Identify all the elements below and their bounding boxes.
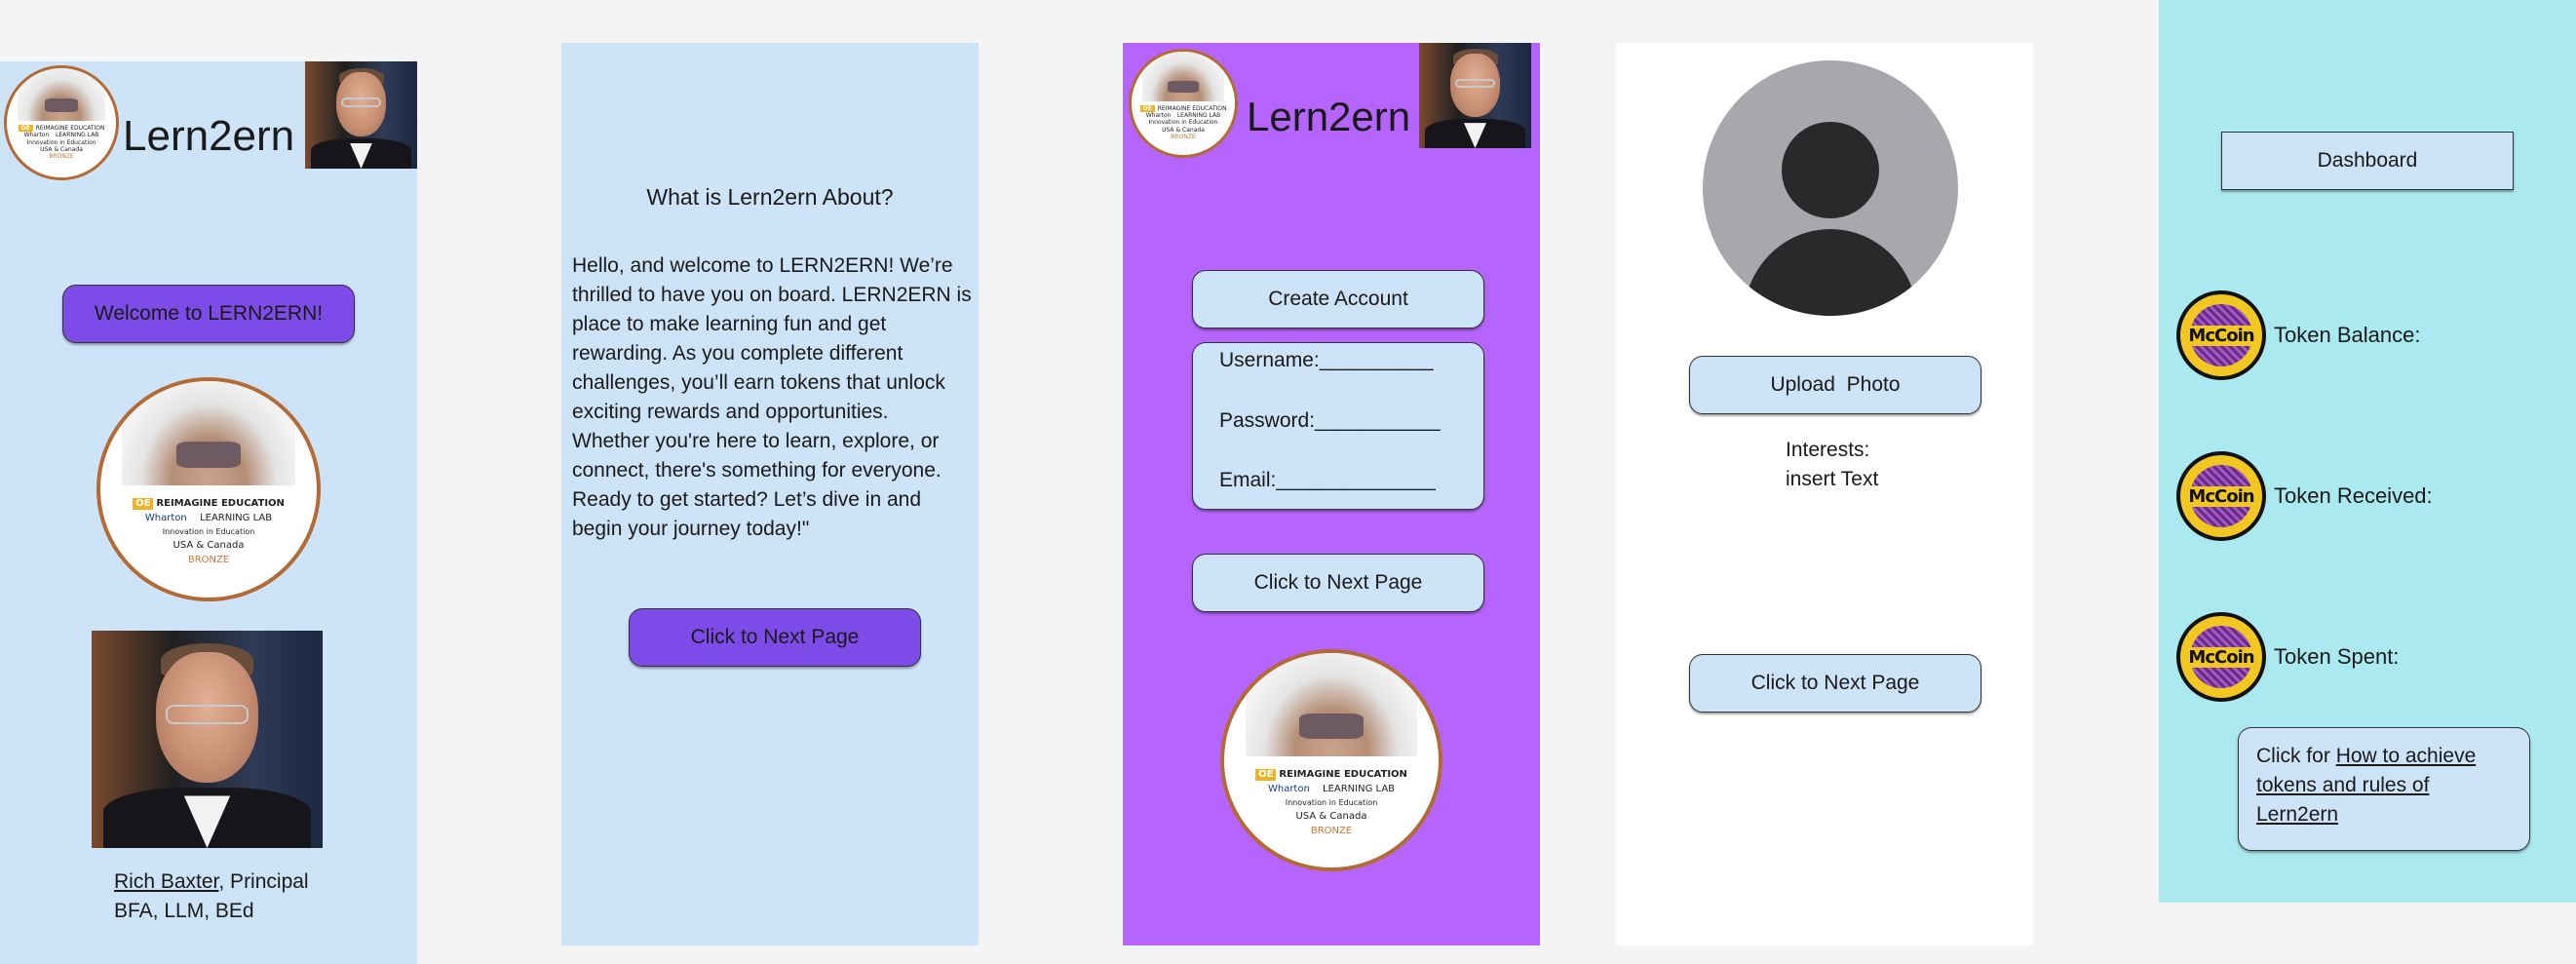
principal-role: , Principal: [218, 870, 309, 893]
badge-partner-left: Wharton: [1267, 783, 1310, 794]
principal-portrait: [92, 631, 323, 848]
principal-portrait-small: [305, 61, 417, 169]
app-brand-title: Lern2ern: [1247, 94, 1411, 139]
upload-photo-button[interactable]: Upload Photo: [1689, 356, 1981, 414]
principal-portrait-small: [1419, 43, 1531, 148]
award-badge-logo: OE REIMAGINE EDUCATION Wharton LEARNING LA…: [1129, 49, 1238, 158]
badge-level: BRONZE: [1310, 826, 1353, 837]
welcome-button[interactable]: Welcome to LERN2ERN!: [62, 285, 355, 343]
badge-category: Innovation in Education: [26, 138, 96, 146]
award-badge: OE REIMAGINE EDUCATION Wharton LEARNING LA…: [1220, 649, 1442, 871]
next-page-button[interactable]: Click to Next Page: [1689, 654, 1981, 713]
username-field[interactable]: Username:__________: [1219, 346, 1434, 375]
mccoin-icon: McCoin: [2176, 451, 2266, 541]
mccoin-icon: McCoin: [2176, 290, 2266, 380]
coin-label: McCoin: [2186, 646, 2256, 668]
badge-oe: OE: [18, 125, 33, 133]
vr-goggles-icon: [45, 98, 78, 112]
vr-headset-photo: [1246, 653, 1417, 756]
badge-title: OE REIMAGINE EDUCATION: [100, 497, 317, 510]
next-page-button[interactable]: Click to Next Page: [629, 608, 921, 667]
principal-caption: Rich Baxter, Principal BFA, LLM, BEd: [114, 868, 309, 926]
badge-category: Innovation in Education: [1285, 797, 1378, 807]
rules-link[interactable]: How to achieve: [2336, 745, 2477, 767]
rules-link[interactable]: tokens and rules of: [2256, 774, 2429, 796]
next-page-button[interactable]: Click to Next Page: [1192, 554, 1484, 612]
badge-partner-right: LEARNING LAB: [56, 132, 99, 139]
mccoin-icon: McCoin: [2176, 612, 2266, 702]
about-line: challenges, you’ll earn tokens that unlo…: [572, 371, 945, 394]
about-line: Whether you're here to learn, explore, o…: [572, 430, 940, 452]
badge-oe: OE: [1255, 768, 1277, 781]
badge-region: USA & Canada: [1162, 126, 1205, 134]
badge-partner-left: Wharton: [144, 512, 187, 523]
about-line: connect, there's something for everyone.: [572, 459, 942, 482]
badge-partner-left: Wharton: [1145, 112, 1172, 120]
coin-label: McCoin: [2186, 325, 2256, 346]
vr-goggles-icon: [1299, 713, 1364, 739]
award-badge-logo: OE REIMAGINE EDUCATION Wharton LEARNING LA…: [4, 65, 119, 180]
interests-input[interactable]: insert Text: [1786, 465, 1878, 494]
create-account-button[interactable]: Create Account: [1192, 270, 1484, 328]
principal-name-link[interactable]: Rich Baxter: [114, 870, 218, 893]
about-line: begin your journey today!": [572, 518, 810, 540]
profile-screen: Upload Photo Interests: insert Text Clic…: [1616, 43, 2033, 945]
profile-avatar-icon: [1703, 60, 1958, 316]
about-line: thrilled to have you on board. LERN2ERN …: [572, 284, 972, 306]
principal-degrees: BFA, LLM, BEd: [114, 900, 254, 922]
about-line: Ready to get started? Let’s dive in and: [572, 488, 922, 511]
password-field[interactable]: Password:___________: [1219, 406, 1441, 436]
interests-section: Interests: insert Text: [1786, 436, 1878, 494]
badge-title: OE REIMAGINE EDUCATION: [1224, 768, 1439, 781]
email-field[interactable]: Email:______________: [1219, 466, 1436, 495]
badge-partner-left: Wharton: [23, 132, 50, 139]
vr-headset-photo: [1141, 52, 1225, 101]
badge-level: BRONZE: [187, 555, 230, 566]
badge-level: BRONZE: [1171, 133, 1196, 140]
rules-link[interactable]: Lern2ern: [2256, 803, 2338, 826]
vr-goggles-icon: [175, 442, 242, 468]
badge-partner-right: LEARNING LAB: [200, 512, 273, 523]
vr-headset-photo: [18, 68, 105, 121]
badge-category: Innovation in Education: [162, 526, 255, 536]
badge-oe: OE: [1139, 105, 1155, 113]
badge-title: OE REIMAGINE EDUCATION: [1132, 105, 1235, 113]
token-spent-label: Token Spent:: [2274, 644, 2400, 669]
vr-headset-photo: [122, 381, 295, 485]
badge-oe: OE: [133, 497, 154, 510]
about-line: place to make learning fun and get: [572, 313, 887, 335]
badge-partner-right: LEARNING LAB: [1176, 112, 1221, 120]
about-line: rewarding. As you complete different: [572, 342, 904, 365]
badge-level: BRONZE: [49, 152, 74, 160]
badge-region: USA & Canada: [1295, 811, 1367, 823]
badge-region: USA & Canada: [40, 145, 83, 153]
account-form: Username:__________ Password:___________…: [1192, 342, 1484, 510]
about-line: exciting rewards and opportunities.: [572, 401, 889, 423]
badge-region: USA & Canada: [173, 540, 245, 552]
about-heading: What is Lern2ern About?: [646, 184, 894, 210]
award-badge: OE REIMAGINE EDUCATION Wharton LEARNING LA…: [96, 377, 321, 601]
rules-help-card[interactable]: Click for How to achieve tokens and rule…: [2238, 727, 2530, 851]
vr-goggles-icon: [1168, 80, 1199, 94]
badge-partner-right: LEARNING LAB: [1323, 783, 1396, 794]
dashboard-screen: Dashboard McCoin Token Balance: McCoin T…: [2159, 0, 2576, 903]
create-account-screen: OE REIMAGINE EDUCATION Wharton LEARNING LA…: [1123, 43, 1540, 945]
token-balance-label: Token Balance:: [2274, 323, 2421, 347]
welcome-screen: OE REIMAGINE EDUCATION Wharton LEARNING LA…: [0, 61, 417, 964]
badge-title: OE REIMAGINE EDUCATION: [7, 125, 116, 133]
about-screen: What is Lern2ern About? Hello, and welco…: [561, 43, 979, 945]
badge-category: Innovation in Education: [1148, 119, 1218, 127]
coin-label: McCoin: [2186, 485, 2256, 507]
about-line: Hello, and welcome to LERN2ERN! We’re: [572, 254, 953, 277]
dashboard-button[interactable]: Dashboard: [2221, 132, 2514, 190]
help-prefix: Click for: [2256, 745, 2336, 767]
app-brand-title: Lern2ern: [123, 112, 295, 160]
token-received-label: Token Received:: [2274, 483, 2433, 508]
interests-label: Interests:: [1786, 439, 1870, 461]
about-body: Hello, and welcome to LERN2ERN! We’re th…: [572, 251, 977, 544]
